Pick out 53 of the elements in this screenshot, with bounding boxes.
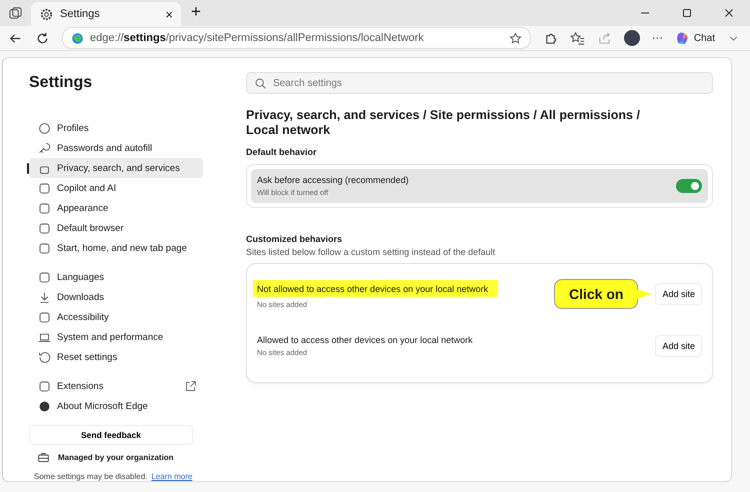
sidebar-item[interactable]: Accessibility bbox=[29, 307, 203, 327]
add-site-button[interactable]: Add site bbox=[655, 335, 702, 357]
add-site-button[interactable]: Add site bbox=[655, 283, 702, 305]
avatar-icon[interactable] bbox=[624, 30, 640, 46]
sidebar-item[interactable]: Start, home, and new tab page bbox=[29, 238, 203, 258]
sidebar-item[interactable]: Copilot and AI bbox=[29, 178, 203, 198]
callout-pointer-icon bbox=[637, 289, 652, 299]
breadcrumb-heading: Privacy, search, and services / Site permissions / All permissions / Local network bbox=[246, 108, 641, 138]
external-link-icon[interactable] bbox=[184, 380, 197, 392]
briefcase-icon bbox=[37, 451, 50, 464]
refresh-icon[interactable] bbox=[35, 30, 50, 46]
section-description: Sites listed below follow a custom setting instead of the default bbox=[246, 247, 496, 257]
browser-tab[interactable]: Settings × bbox=[31, 2, 181, 26]
search-field[interactable]: Search settings bbox=[246, 72, 713, 94]
gear-icon bbox=[39, 6, 54, 22]
section-heading: Default behavior bbox=[246, 147, 318, 157]
profile-icon bbox=[38, 122, 51, 134]
new-tab-button[interactable]: + bbox=[191, 2, 201, 22]
sidebar-item[interactable]: Appearance bbox=[29, 198, 203, 218]
more-button[interactable]: ··· bbox=[652, 32, 663, 44]
setting-label: Ask before accessing (recommended) bbox=[257, 175, 409, 185]
managed-note: Some settings may be disabled. bbox=[34, 472, 148, 481]
sidebar-item[interactable]: System and performance bbox=[29, 327, 203, 347]
close-icon[interactable] bbox=[724, 8, 734, 18]
favorites-icon[interactable] bbox=[570, 30, 585, 46]
send-feedback-button[interactable]: Send feedback bbox=[29, 425, 193, 445]
star-icon[interactable] bbox=[508, 32, 522, 44]
learn-more-link[interactable]: Learn more bbox=[151, 472, 192, 481]
reset-icon bbox=[38, 350, 51, 364]
sidebar-item[interactable]: Default browser bbox=[29, 218, 203, 238]
sidebar-item[interactable]: Extensions bbox=[29, 376, 203, 396]
url-text: edge://settings/privacy/sitePermissions/allPermissions/localNetwork bbox=[90, 32, 425, 44]
chat-button[interactable]: Chat bbox=[674, 30, 715, 46]
sidebar-item[interactable]: Languages bbox=[29, 267, 203, 287]
setting-label: Allowed to access other devices on your local network bbox=[257, 335, 473, 345]
key-icon bbox=[38, 142, 51, 154]
sidebar-item[interactable]: Reset settings bbox=[29, 347, 203, 367]
sidebar-item[interactable]: About Microsoft Edge bbox=[29, 396, 203, 416]
managed-label: Managed by your organization bbox=[58, 453, 174, 462]
sidebar-item[interactable]: Profiles bbox=[29, 118, 203, 138]
download-icon bbox=[38, 290, 51, 304]
tab-close-button[interactable]: × bbox=[165, 6, 173, 22]
tab-title: Settings bbox=[60, 8, 101, 20]
maximize-icon[interactable] bbox=[682, 8, 692, 18]
settings-title: Settings bbox=[29, 74, 94, 92]
sidebar-item[interactable]: Downloads bbox=[29, 287, 203, 307]
workspaces-icon[interactable] bbox=[8, 6, 23, 21]
address-bar[interactable]: edge://settings/privacy/sitePermissions/allPermissions/localNetwork bbox=[62, 27, 531, 49]
sidebar-item[interactable]: Privacy, search, and services bbox=[29, 158, 203, 178]
setting-label: Not allowed to access other devices on your local network bbox=[253, 280, 498, 296]
section-heading: Customized behaviors bbox=[246, 234, 344, 244]
sidebar-item[interactable]: Passwords and autofill bbox=[29, 138, 203, 158]
toggle-switch[interactable] bbox=[676, 179, 702, 193]
